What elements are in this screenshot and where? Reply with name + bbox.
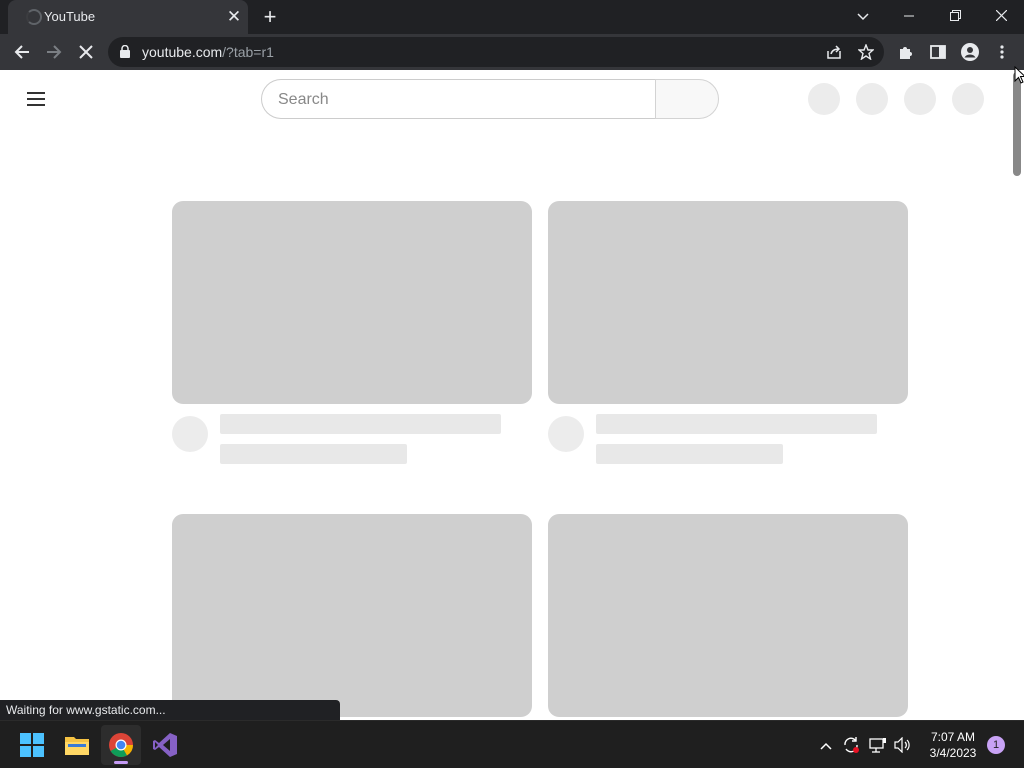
side-panel-button[interactable] [924, 38, 952, 66]
close-window-button[interactable] [978, 0, 1024, 34]
search-input[interactable] [278, 89, 638, 111]
arrow-left-icon [14, 45, 29, 59]
extensions-button[interactable] [892, 38, 920, 66]
header-button-placeholder [856, 83, 888, 115]
clock-date: 3/4/2023 [929, 746, 977, 760]
video-thumbnail-placeholder [548, 201, 908, 404]
minimize-icon [904, 15, 914, 17]
back-button[interactable] [8, 38, 36, 66]
search-box[interactable] [261, 79, 656, 119]
header-avatar-placeholder [952, 83, 984, 115]
bookmark-button[interactable] [852, 38, 880, 66]
clock-time: 7:07 AM [930, 730, 976, 744]
close-icon [79, 45, 93, 59]
restore-icon [949, 10, 961, 21]
browser-menu-button[interactable] [988, 38, 1016, 66]
star-icon [857, 43, 875, 61]
menu-icon-bar [27, 98, 45, 100]
share-icon [827, 45, 841, 59]
sync-tray-button[interactable] [841, 735, 861, 755]
page-scrollbar[interactable] [1012, 70, 1024, 720]
folder-icon [65, 737, 89, 755]
browser-tabstrip: YouTube ✕ + [0, 0, 1024, 34]
guide-menu-button[interactable] [24, 88, 48, 108]
chrome-taskbar-button[interactable] [101, 725, 141, 765]
volume-tray-button[interactable] [893, 735, 913, 755]
more-vert-icon [1000, 45, 1004, 59]
notification-badge[interactable]: 1 [987, 736, 1005, 754]
share-button[interactable] [820, 38, 848, 66]
active-app-indicator [114, 761, 128, 764]
tab-close-button[interactable]: ✕ [222, 5, 246, 29]
menu-icon-bar [27, 104, 45, 106]
profile-icon [961, 43, 979, 61]
speaker-icon [894, 736, 910, 754]
header-button-placeholder [904, 83, 936, 115]
puzzle-icon [900, 47, 912, 59]
lock-icon [120, 45, 130, 58]
video-meta-placeholder [220, 444, 407, 464]
visual-studio-button[interactable] [145, 725, 185, 765]
windows-logo-icon [20, 733, 44, 757]
scrollbar-thumb[interactable] [1013, 72, 1021, 176]
profile-button[interactable] [956, 38, 984, 66]
channel-avatar-placeholder [172, 416, 208, 452]
menu-icon-bar [27, 92, 45, 94]
new-tab-button[interactable]: + [256, 4, 284, 30]
close-icon [995, 9, 1007, 22]
video-thumbnail-placeholder [548, 514, 908, 717]
status-bubble: Waiting for www.gstatic.com... [0, 700, 340, 720]
network-tray-button[interactable] [868, 735, 888, 755]
loading-spinner-icon [26, 9, 42, 25]
address-bar[interactable]: youtube.com/?tab=r1 [108, 37, 884, 67]
chevron-up-icon [820, 742, 832, 750]
tab-search-button[interactable] [840, 0, 886, 34]
minimize-button[interactable] [886, 0, 932, 34]
taskbar-clock[interactable]: 7:07 AM 3/4/2023 [918, 729, 988, 761]
file-explorer-button[interactable] [57, 725, 97, 765]
side-panel-icon [930, 45, 946, 59]
url-domain: youtube.com [142, 44, 223, 60]
chrome-icon [109, 733, 133, 758]
video-meta-placeholder [596, 444, 783, 464]
video-title-placeholder [596, 414, 877, 434]
video-thumbnail-placeholder [172, 514, 532, 717]
show-hidden-icons-button[interactable] [816, 735, 836, 755]
tab-youtube[interactable]: YouTube ✕ [8, 0, 248, 34]
chevron-down-icon [857, 13, 869, 21]
url-path: /?tab=r1 [222, 44, 274, 60]
sync-icon [844, 737, 859, 753]
restore-button[interactable] [932, 0, 978, 34]
tab-title: YouTube [44, 9, 96, 24]
start-button[interactable] [12, 725, 52, 765]
mouse-cursor-icon [1014, 66, 1024, 84]
browser-toolbar: youtube.com/?tab=r1 [0, 34, 1024, 70]
header-button-placeholder [808, 83, 840, 115]
youtube-page [0, 70, 1024, 720]
video-thumbnail-placeholder [172, 201, 532, 404]
url-text: youtube.com/?tab=r1 [142, 44, 274, 60]
taskbar: 7:07 AM 3/4/2023 1 [0, 720, 1024, 768]
forward-button[interactable] [40, 38, 68, 66]
stop-loading-button[interactable] [72, 38, 100, 66]
video-title-placeholder [220, 414, 501, 434]
visual-studio-icon [153, 733, 177, 757]
search-button[interactable] [655, 79, 719, 119]
arrow-right-icon [47, 45, 62, 59]
network-icon [869, 738, 886, 753]
channel-avatar-placeholder [548, 416, 584, 452]
